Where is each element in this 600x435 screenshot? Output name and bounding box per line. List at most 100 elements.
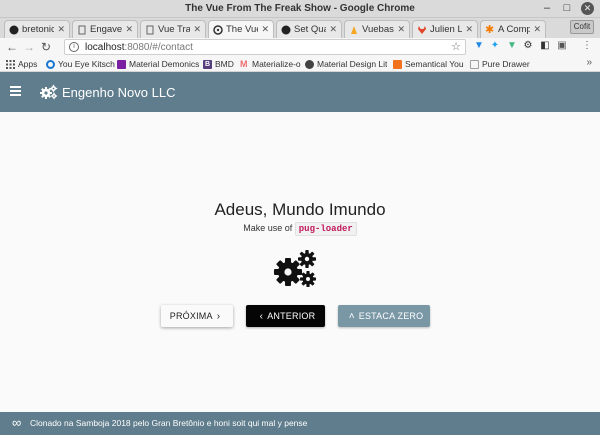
reset-button[interactable]: ˄ ESTACA ZERO <box>338 305 430 327</box>
tab-the-vue[interactable]: The Vue ✕ <box>208 20 274 38</box>
page-icon <box>77 25 87 35</box>
bookmarks-bar: Apps You Eye Kitsch Material Demonics B … <box>0 56 600 72</box>
brand-title[interactable]: Engenho Novo LLC <box>62 85 175 100</box>
github-icon <box>281 25 291 35</box>
bookmark-label: Apps <box>18 59 38 69</box>
reload-icon[interactable]: ↻ <box>39 40 53 54</box>
bookmark-label: Material Demonics <box>129 59 200 69</box>
tab-a-compl[interactable]: ✱ A Compl ✕ <box>480 20 546 38</box>
subheading-text: Make use of <box>243 223 293 233</box>
bookmark-materialize[interactable]: M Materialize-o <box>240 58 301 70</box>
bookmark-label: You Eye Kitsch <box>58 59 115 69</box>
tab-label: A Compl <box>498 24 531 35</box>
code-snippet: pug-loader <box>294 222 357 236</box>
previous-button[interactable]: ‹ ANTERIOR <box>246 305 325 327</box>
profile-button[interactable]: Cofit <box>570 20 594 34</box>
page-icon <box>145 25 155 35</box>
menu-icon[interactable] <box>10 86 21 96</box>
tab-label: Vuebase <box>362 24 394 35</box>
chevron-right-icon: › <box>216 310 221 322</box>
bookmarks-overflow-icon[interactable]: » <box>586 57 592 68</box>
tab-close-icon[interactable]: ✕ <box>397 24 405 35</box>
url-text[interactable]: localhost:8080/#/contact <box>85 42 193 53</box>
tab-set-quac[interactable]: Set Quac ✕ <box>276 20 342 38</box>
tab-bretonic[interactable]: bretonic ✕ <box>4 20 70 38</box>
tab-label: Set Quac <box>294 24 326 35</box>
app-footer: ∞ Clonado na Samboja 2018 pelo Gran Bret… <box>0 412 600 435</box>
close-icon[interactable]: ✕ <box>581 2 594 15</box>
bookmark-material-design-lite[interactable]: Material Design Lit <box>305 58 387 70</box>
info-icon[interactable]: i <box>69 42 79 52</box>
app-header: Engenho Novo LLC <box>0 72 600 112</box>
window-titlebar: The Vue From The Freak Show - Google Chr… <box>0 0 600 18</box>
twitter-icon[interactable]: ✦ <box>490 41 500 51</box>
materialize-icon: M <box>240 58 248 69</box>
material-icon <box>117 59 126 69</box>
bookmark-you-eye-kitsch[interactable]: You Eye Kitsch <box>46 58 115 70</box>
cogs-icon <box>40 84 58 100</box>
tab-close-icon[interactable]: ✕ <box>533 24 541 35</box>
tab-strip: bretonic ✕ Engaven ✕ Vue Tran ✕ The Vue … <box>0 18 600 38</box>
tab-julien[interactable]: Julien Li ✕ <box>412 20 478 38</box>
tab-close-icon[interactable]: ✕ <box>465 24 473 35</box>
reset-button-label: ESTACA ZERO <box>358 311 424 321</box>
semantic-icon <box>393 59 402 69</box>
footer-text: Clonado na Samboja 2018 pelo Gran Bretôn… <box>30 418 308 428</box>
bookmark-label: Material Design Lit <box>317 59 388 69</box>
back-icon[interactable]: ← <box>5 40 19 54</box>
bootstrap-icon: B <box>203 59 212 69</box>
bookmark-pure-drawer[interactable]: Pure Drawer <box>470 58 530 70</box>
tab-vuebase[interactable]: Vuebase ✕ <box>344 20 410 38</box>
vue-icon[interactable]: ▼ <box>507 41 517 51</box>
menu-kebab-icon[interactable]: ⋮ <box>582 41 592 51</box>
bookmark-label: Materialize-o <box>252 59 301 69</box>
page-icon <box>470 59 479 69</box>
main-content: Adeus, Mundo Imundo Make use of pug-load… <box>0 112 600 412</box>
page-heading: Adeus, Mundo Imundo <box>214 200 386 219</box>
forward-icon[interactable]: → <box>22 40 36 54</box>
vue-devtools-icon[interactable]: ▼ <box>474 41 484 51</box>
tab-label: bretonic <box>22 24 55 35</box>
maximize-icon[interactable]: □ <box>561 2 573 15</box>
cogs-icon <box>274 250 316 287</box>
next-button[interactable]: PRÓXIMA › <box>161 305 233 327</box>
tab-label: Julien Li <box>430 24 463 35</box>
tab-close-icon[interactable]: ✕ <box>329 24 337 35</box>
subheading: Make use of pug-loader <box>0 222 600 236</box>
apps-grid-icon <box>6 59 15 69</box>
minimize-icon[interactable]: – <box>541 2 553 15</box>
url-host: localhost <box>85 42 125 53</box>
url-path: :8080/#/contact <box>124 42 193 53</box>
cast-icon[interactable]: ▣ <box>557 41 567 51</box>
mdl-icon <box>305 59 314 69</box>
tab-close-icon[interactable]: ✕ <box>125 24 133 35</box>
tab-close-icon[interactable]: ✕ <box>261 24 269 35</box>
tab-label: Engaven <box>90 24 123 35</box>
tab-vue-tran[interactable]: Vue Tran ✕ <box>140 20 206 38</box>
next-button-label: PRÓXIMA <box>169 311 213 321</box>
window-title: The Vue From The Freak Show - Google Chr… <box>185 3 415 14</box>
firebase-icon <box>349 25 359 35</box>
tab-close-icon[interactable]: ✕ <box>57 24 65 35</box>
bookmark-apps[interactable]: Apps <box>6 58 37 70</box>
extension-icon-2[interactable]: ◧ <box>540 41 550 51</box>
biohazard-icon <box>213 24 223 35</box>
bookmark-label: Semantical You <box>405 59 464 69</box>
tab-engaven[interactable]: Engaven ✕ <box>72 20 138 38</box>
gitlab-icon <box>417 25 427 35</box>
bookmark-star-icon[interactable]: ☆ <box>451 40 461 53</box>
bookmark-material-demonics[interactable]: Material Demonics <box>117 58 199 70</box>
browser-toolbar: ← → ↻ i localhost:8080/#/contact ☆ ▼ ✦ ▼… <box>0 38 600 56</box>
previous-button-label: ANTERIOR <box>267 311 316 321</box>
infinity-icon: ∞ <box>12 415 22 430</box>
tab-label: The Vue <box>226 24 259 35</box>
bookmark-bmd[interactable]: B BMD <box>203 58 234 70</box>
github-icon <box>9 25 19 35</box>
extension-icon[interactable]: ⚙ <box>523 41 533 51</box>
bookmark-semantical-you[interactable]: Semantical You <box>393 58 464 70</box>
loading-icon <box>46 59 55 69</box>
window-controls: – □ ✕ <box>541 2 594 15</box>
chevron-left-icon: ‹ <box>259 310 264 322</box>
address-bar[interactable]: i localhost:8080/#/contact ☆ <box>64 39 466 55</box>
tab-close-icon[interactable]: ✕ <box>193 24 201 35</box>
